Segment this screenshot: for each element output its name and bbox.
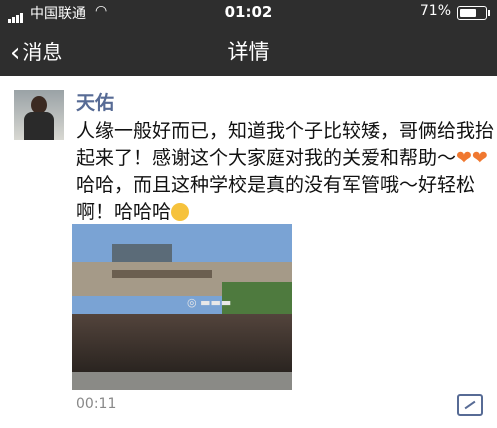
nav-bar: ‹ 消息 详情 <box>0 24 497 76</box>
post-text: 人缘一般好而已，知道我个子比较矮，哥俩给我抬起来了！感谢这个大家庭对我的关爱和帮… <box>76 118 494 226</box>
group-photo-crowd <box>72 314 292 372</box>
video-duration: 00:11 <box>76 396 117 412</box>
moment-detail: 天佑 人缘一般好而已，知道我个子比较矮，哥俩给我抬起来了！感谢这个大家庭对我的关… <box>0 76 497 428</box>
post-text-2: 哈哈，而且这种学校是真的没有军管哦～好轻松啊！哈哈哈 <box>76 174 476 223</box>
share-icon[interactable] <box>457 394 483 416</box>
status-bar: 中国联通 ◠ 01:02 71% <box>0 0 497 24</box>
battery-icon <box>457 6 490 20</box>
gate-sign-image <box>112 270 212 278</box>
post-text-1: 人缘一般好而已，知道我个子比较矮，哥俩给我抬起来了！感谢这个大家庭对我的关爱和帮… <box>76 120 495 169</box>
ground-image <box>72 372 292 390</box>
username[interactable]: 天佑 <box>76 88 114 115</box>
watermark-icon: ◎ ▬▬▬ <box>187 296 232 309</box>
heart-emoji: ❤❤ <box>456 147 488 169</box>
video-thumbnail[interactable]: ◎ ▬▬▬ <box>72 224 292 390</box>
avatar[interactable] <box>14 90 64 140</box>
grin-emoji-icon <box>171 203 190 221</box>
page-title: 详情 <box>227 40 270 64</box>
battery-percent: 71% <box>419 3 451 19</box>
